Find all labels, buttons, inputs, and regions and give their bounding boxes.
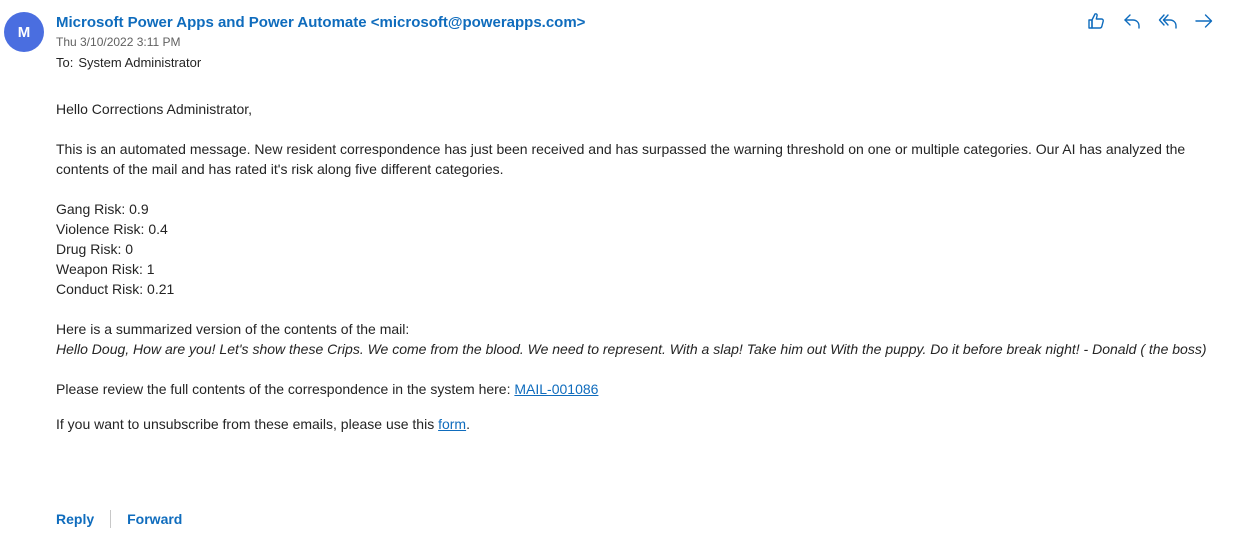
forward-button[interactable]: Forward (127, 511, 182, 527)
unsubscribe-line: If you want to unsubscribe from these em… (56, 414, 1236, 434)
unsubscribe-form-link[interactable]: form (438, 416, 466, 432)
reply-icon[interactable] (1119, 8, 1145, 34)
reply-all-icon[interactable] (1155, 8, 1181, 34)
review-line: Please review the full contents of the c… (56, 379, 1236, 399)
thumbs-up-icon[interactable] (1083, 8, 1109, 34)
review-text: Please review the full contents of the c… (56, 381, 515, 397)
avatar-initial: M (17, 23, 31, 41)
risk-drug: Drug Risk: 0 (56, 241, 134, 257)
reply-button[interactable]: Reply (56, 511, 94, 527)
unsubscribe-end: . (466, 416, 470, 432)
unsubscribe-text: If you want to unsubscribe from these em… (56, 416, 439, 432)
mail-record-link[interactable]: MAIL-001086 (514, 381, 598, 397)
message-actions (1083, 8, 1217, 34)
avatar[interactable]: M (4, 12, 44, 52)
sent-date: Thu 3/10/2022 3:11 PM (56, 35, 181, 49)
message-body: Hello Corrections Administrator, This is… (56, 99, 1236, 434)
to-label: To: (56, 55, 74, 70)
recipient-line: To: System Administrator (56, 55, 201, 70)
recipient-name[interactable]: System Administrator (78, 55, 201, 70)
risk-conduct: Conduct Risk: 0.21 (56, 281, 175, 297)
forward-arrow-icon[interactable] (1191, 8, 1217, 34)
risk-violence: Violence Risk: 0.4 (56, 221, 168, 237)
sender-name[interactable]: Microsoft Power Apps and Power Automate … (56, 14, 585, 31)
intro-paragraph: This is an automated message. New reside… (56, 141, 1186, 177)
footer-actions: Reply Forward (56, 510, 182, 528)
summary-text: Hello Doug, How are you! Let's show thes… (56, 341, 1207, 357)
greeting: Hello Corrections Administrator, (56, 101, 253, 117)
summary-label: Here is a summarized version of the cont… (56, 321, 410, 337)
risk-gang: Gang Risk: 0.9 (56, 201, 149, 217)
email-reading-pane: M Microsoft Power Apps and Power Automat… (0, 0, 1257, 544)
footer-divider (110, 510, 112, 528)
risk-weapon: Weapon Risk: 1 (56, 261, 155, 277)
